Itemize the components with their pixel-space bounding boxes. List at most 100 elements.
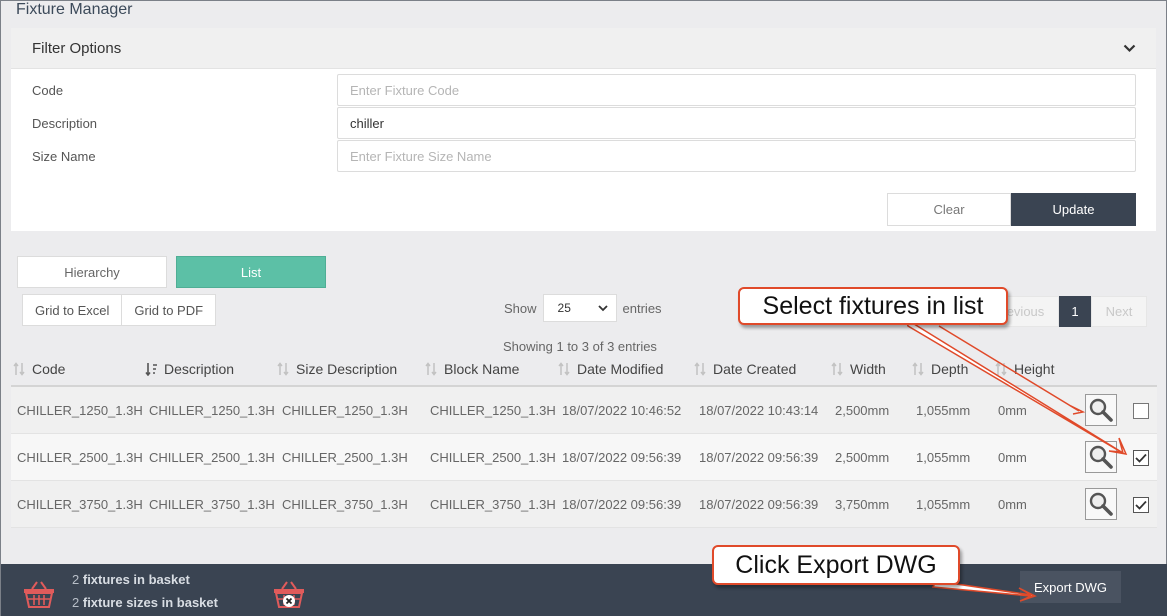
- list-tab[interactable]: List: [176, 256, 326, 288]
- callout-select-fixtures: Select fixtures in list: [738, 287, 1008, 325]
- cell-date-created: 18/07/2022 09:56:39: [699, 497, 819, 512]
- hierarchy-tab[interactable]: Hierarchy: [17, 256, 167, 288]
- cell-size-description: CHILLER_2500_1.3H: [282, 450, 408, 465]
- fixtures-count: 2: [72, 572, 80, 587]
- export-dwg-button[interactable]: Export DWG: [1020, 571, 1121, 603]
- cell-date-created: 18/07/2022 10:43:14: [699, 403, 819, 418]
- code-input[interactable]: [337, 74, 1136, 106]
- column-header-size-description[interactable]: Size Description: [277, 361, 397, 377]
- row-select-checkbox[interactable]: [1133, 497, 1149, 513]
- column-header-height[interactable]: Height: [995, 361, 1054, 377]
- description-label: Description: [32, 116, 98, 131]
- cell-block-name: CHILLER_3750_1.3H: [430, 497, 556, 512]
- sort-icon: [13, 362, 26, 376]
- filter-header[interactable]: Filter Options: [11, 28, 1156, 69]
- page-length-value: 25: [557, 301, 571, 315]
- column-header-label: Depth: [931, 361, 969, 377]
- clear-basket-icon[interactable]: [273, 580, 305, 613]
- page-length-select[interactable]: 25: [542, 294, 617, 322]
- entries-label: entries: [622, 300, 662, 316]
- cell-block-name: CHILLER_2500_1.3H: [430, 450, 556, 465]
- column-header-label: Size Description: [296, 361, 398, 377]
- cell-size-description: CHILLER_1250_1.3H: [282, 403, 408, 418]
- column-header-label: Block Name: [444, 361, 520, 377]
- sizes-in-basket: 2 fixture sizes in basket: [72, 595, 218, 610]
- table-header: Code Description Size Description Block …: [11, 351, 1157, 387]
- magnifier-icon[interactable]: [1085, 488, 1117, 520]
- sizes-label: fixture sizes in basket: [82, 595, 218, 610]
- cell-code: CHILLER_2500_1.3H: [17, 450, 143, 465]
- next-page-button[interactable]: Next: [1091, 296, 1147, 327]
- fixtures-table: Code Description Size Description Block …: [11, 351, 1157, 528]
- filter-header-title: Filter Options: [32, 39, 122, 57]
- sort-ascending-icon: [145, 362, 158, 376]
- page-1-button[interactable]: 1: [1059, 296, 1091, 327]
- cell-block-name: CHILLER_1250_1.3H: [430, 403, 556, 418]
- cell-depth: 1,055mm: [916, 403, 971, 418]
- filter-row-size-name: Size Name: [11, 140, 1156, 173]
- column-header-label: Height: [1014, 361, 1055, 377]
- table-row: CHILLER_2500_1.3H CHILLER_2500_1.3H CHIL…: [11, 434, 1157, 481]
- page-length-control: Show 25 entries: [504, 294, 662, 322]
- size-name-label: Size Name: [32, 149, 96, 164]
- column-header-label: Description: [164, 361, 235, 377]
- filter-panel: Filter Options Code Description Size Nam…: [11, 28, 1156, 231]
- cell-date-modified: 18/07/2022 09:56:39: [562, 497, 682, 512]
- table-row: CHILLER_3750_1.3H CHILLER_3750_1.3H CHIL…: [11, 481, 1157, 528]
- cell-size-description: CHILLER_3750_1.3H: [282, 497, 408, 512]
- fixtures-in-basket: 2 fixtures in basket: [72, 572, 190, 587]
- grid-to-excel-button[interactable]: Grid to Excel: [22, 294, 123, 326]
- column-header-description[interactable]: Description: [145, 361, 234, 377]
- basket-icon[interactable]: [23, 580, 55, 613]
- sizes-count: 2: [72, 595, 80, 610]
- size-name-input[interactable]: [337, 140, 1136, 172]
- code-label: Code: [32, 83, 64, 98]
- sort-icon: [558, 362, 571, 376]
- update-button[interactable]: Update: [1011, 193, 1136, 226]
- magnifier-icon[interactable]: [1085, 441, 1117, 473]
- sort-icon: [694, 362, 707, 376]
- column-header-block-name[interactable]: Block Name: [425, 361, 519, 377]
- cell-description: CHILLER_2500_1.3H: [149, 450, 275, 465]
- cell-code: CHILLER_3750_1.3H: [17, 497, 143, 512]
- sort-icon: [995, 362, 1008, 376]
- cell-width: 2,500mm: [835, 450, 890, 465]
- row-select-checkbox[interactable]: [1133, 403, 1149, 419]
- cell-depth: 1,055mm: [916, 497, 971, 512]
- row-select-checkbox[interactable]: [1133, 450, 1149, 466]
- table-row: CHILLER_1250_1.3H CHILLER_1250_1.3H CHIL…: [11, 387, 1157, 434]
- column-header-label: Date Modified: [577, 361, 664, 377]
- column-header-date-modified[interactable]: Date Modified: [558, 361, 663, 377]
- magnifier-icon[interactable]: [1085, 394, 1117, 426]
- column-header-label: Date Created: [713, 361, 797, 377]
- sort-icon: [277, 362, 290, 376]
- sort-icon: [831, 362, 844, 376]
- cell-height: 0mm: [998, 497, 1027, 512]
- cell-depth: 1,055mm: [916, 450, 971, 465]
- description-input[interactable]: [337, 107, 1136, 139]
- column-header-label: Width: [850, 361, 886, 377]
- column-header-width[interactable]: Width: [831, 361, 886, 377]
- column-header-date-created[interactable]: Date Created: [694, 361, 796, 377]
- chevron-down-icon: [597, 301, 608, 315]
- clear-button[interactable]: Clear: [887, 193, 1011, 226]
- cell-date-modified: 18/07/2022 09:56:39: [562, 450, 682, 465]
- grid-to-pdf-button[interactable]: Grid to PDF: [122, 294, 217, 326]
- cell-date-created: 18/07/2022 09:56:39: [699, 450, 819, 465]
- cell-height: 0mm: [998, 450, 1027, 465]
- filter-row-code: Code: [11, 74, 1156, 107]
- column-header-depth[interactable]: Depth: [912, 361, 968, 377]
- filter-row-description: Description: [11, 107, 1156, 140]
- cell-date-modified: 18/07/2022 10:46:52: [562, 403, 682, 418]
- sort-icon: [425, 362, 438, 376]
- column-header-code[interactable]: Code: [13, 361, 65, 377]
- cell-width: 2,500mm: [835, 403, 890, 418]
- cell-code: CHILLER_1250_1.3H: [17, 403, 143, 418]
- cell-description: CHILLER_1250_1.3H: [149, 403, 275, 418]
- chevron-down-icon[interactable]: [1122, 41, 1136, 55]
- fixtures-label: fixtures in basket: [82, 572, 190, 587]
- column-header-label: Code: [32, 361, 66, 377]
- grid-export-group: Grid to Excel Grid to PDF: [22, 294, 217, 326]
- callout-export-dwg: Click Export DWG: [712, 545, 960, 585]
- show-label: Show: [504, 300, 537, 316]
